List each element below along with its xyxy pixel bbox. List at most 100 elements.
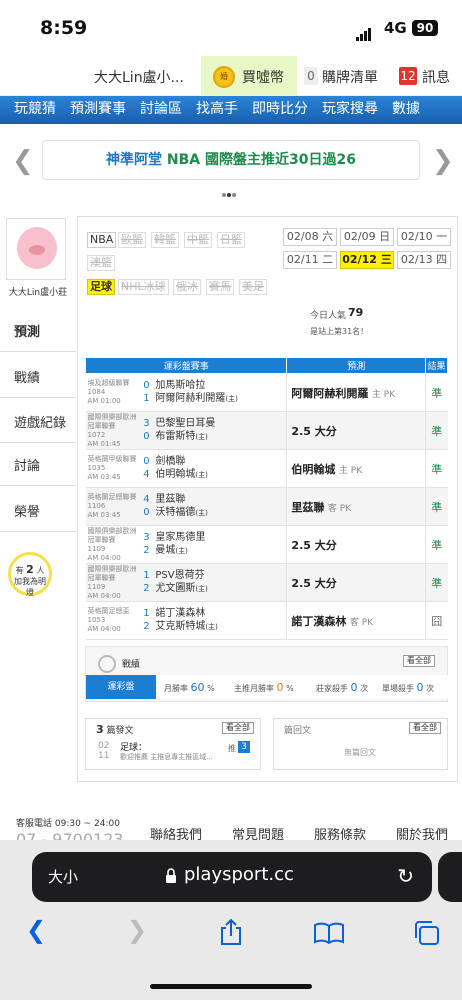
sidebar-tab-game-log[interactable]: 遊戲紀錄 xyxy=(0,405,76,443)
chevron-right-icon[interactable]: ❯ xyxy=(432,146,454,176)
category-nba[interactable]: NBA xyxy=(87,232,117,248)
posts-header: 3 篇發文 xyxy=(96,723,134,736)
signal-icon xyxy=(356,22,372,41)
nav-item-data[interactable]: 數據 xyxy=(392,96,420,122)
popularity-value: 79 xyxy=(348,306,364,319)
stats-tab-lottery[interactable]: 運彩盤 xyxy=(86,675,156,699)
lamp-prefix: 有 xyxy=(15,566,24,575)
category-soccer[interactable]: 足球 xyxy=(87,279,115,295)
lamp-badge[interactable]: 有 2 人 加我為明燈 xyxy=(8,552,52,597)
service-hours: 客服電話 09:30 ~ 24:00 xyxy=(16,819,120,829)
date-0210[interactable]: 02/10 一 xyxy=(397,228,451,246)
table-row[interactable]: 英格蘭甲級聯賽 1035 AM 03:45 0 劍橋聯 4 伯明翰城(主) 伯明翰城 主 PK… xyxy=(85,449,448,488)
next-tab-preview[interactable] xyxy=(438,852,462,902)
buy-coins-button[interactable]: 婚 買噓幣 xyxy=(201,56,297,96)
nav-item-live-score[interactable]: 即時比分 xyxy=(252,96,308,122)
date-0208[interactable]: 02/08 六 xyxy=(283,228,337,246)
nav-item-experts[interactable]: 找高手 xyxy=(196,96,238,122)
text-size-button[interactable]: 大小 xyxy=(48,866,78,887)
nav-item-guess[interactable]: 玩競猜 xyxy=(14,96,56,122)
stat-main-win-rate: 主推月勝率 0 % xyxy=(234,681,294,694)
category-aus-basketball[interactable]: 澳籃 xyxy=(87,255,115,271)
match-league: 國際俱樂部歐洲冠軍聯賽 1109 AM 04:00 xyxy=(85,563,138,602)
replies-empty: 無篇回文 xyxy=(344,748,376,757)
sidebar-tab-record[interactable]: 戰績 xyxy=(0,360,76,398)
category-nhl[interactable]: NHL冰球 xyxy=(118,279,169,295)
purchase-list-link[interactable]: 購牌清單 xyxy=(322,67,378,87)
sidebar-tab-predict[interactable]: 預測 xyxy=(0,314,76,352)
replies-header: 篇回文 xyxy=(284,726,312,736)
prediction-pick: 2.5 大分 xyxy=(286,563,426,602)
posts-see-all-button[interactable]: 看全部 xyxy=(222,722,254,734)
table-row[interactable]: 埃及超級聯賽 1084 AM 01:00 0 加馬斯哈拉 1 阿爾阿赫利開羅(主) 阿爾阿赫利… xyxy=(85,373,448,412)
prediction-result: 準 xyxy=(425,411,448,450)
status-bar: 8:59 4G 90 xyxy=(0,0,462,56)
cart-count-badge: 0 xyxy=(304,67,318,85)
url-text: playsport.cc xyxy=(184,864,294,885)
category-euro-basketball[interactable]: 歐籃 xyxy=(118,232,146,248)
sidebar-tab-discuss[interactable]: 討論 xyxy=(0,448,76,486)
match-league: 國際俱樂部歐洲冠軍聯賽 1109 AM 04:00 xyxy=(85,525,138,564)
bookmarks-icon[interactable] xyxy=(313,922,345,944)
table-row[interactable]: 英格蘭足總聯賽 1106 AM 03:45 4 里茲聯 0 沃特福德(主) 里茲聯 客 PK 準 xyxy=(85,487,448,526)
category-horse-racing[interactable]: 賽馬 xyxy=(206,279,234,295)
lock-icon xyxy=(166,868,176,883)
match-league: 國際俱樂部歐洲冠軍聯賽 1072 AM 01:45 xyxy=(85,411,138,450)
category-us-football[interactable]: 美足 xyxy=(239,279,267,295)
sidebar-tab-honor[interactable]: 榮譽 xyxy=(0,494,76,532)
share-icon[interactable] xyxy=(218,918,244,946)
messages-link[interactable]: 訊息 xyxy=(422,67,450,87)
table-row[interactable]: 國際俱樂部歐洲冠軍聯賽 1109 AM 04:00 3 皇家馬德里 2 曼城(主) 2.5 大… xyxy=(85,525,448,564)
stat-single-killer: 單場殺手 0 次 xyxy=(382,681,435,694)
replies-panel: 篇回文 看全部 無篇回文 xyxy=(273,718,448,770)
prediction-pick: 阿爾阿赫利開羅 主 PK xyxy=(286,373,426,412)
prediction-pick: 2.5 大分 xyxy=(286,525,426,564)
lamp-unit: 人 xyxy=(36,566,45,575)
target-icon xyxy=(98,655,116,673)
stats-see-all-button[interactable]: 看全部 xyxy=(403,655,435,667)
avatar[interactable] xyxy=(6,218,66,280)
prediction-result: 準 xyxy=(425,487,448,526)
date-0211[interactable]: 02/11 二 xyxy=(283,251,337,269)
chevron-left-icon[interactable]: ❮ xyxy=(12,146,34,176)
network-type: 4G xyxy=(384,19,407,37)
home-indicator xyxy=(150,984,312,989)
promo-banner[interactable]: 神準阿堂 NBA 國際盤主推近30日過26 xyxy=(42,140,420,180)
forward-icon[interactable]: ❯ xyxy=(127,916,147,944)
prediction-result: 準 xyxy=(425,525,448,564)
address-bar[interactable]: 大小 playsport.cc ↻ xyxy=(32,852,432,902)
table-row[interactable]: 國際俱樂部歐洲冠軍聯賽 1109 AM 04:00 1 PSV恩荷芬 2 尤文圖斯(主) 2.… xyxy=(85,563,448,602)
nav-item-player-search[interactable]: 玩家搜尋 xyxy=(322,96,378,122)
stat-banker-killer: 莊家殺手 0 次 xyxy=(316,681,369,694)
table-row[interactable]: 國際俱樂部歐洲冠軍聯賽 1072 AM 01:45 3 巴黎聖日耳曼 0 布雷斯特(主) 2.… xyxy=(85,411,448,450)
nav-item-forum[interactable]: 討論區 xyxy=(140,96,182,122)
stats-panel: 戰績 看全部 運彩盤 月勝率 60 % 主推月勝率 0 % 莊家殺手 0 次 單… xyxy=(85,646,449,702)
post-snippet[interactable]: 歡迎推薦 主推息專主推區域... xyxy=(120,752,213,762)
date-0212[interactable]: 02/12 三 xyxy=(340,251,394,269)
back-icon[interactable]: ❮ xyxy=(26,916,46,944)
category-china-basketball[interactable]: 中籃 xyxy=(184,232,212,248)
post-push-label: 推 xyxy=(228,744,236,753)
username-link[interactable]: 大大Lin盧小... xyxy=(94,67,184,87)
category-korea-basketball[interactable]: 韓籃 xyxy=(151,232,179,248)
reload-icon[interactable]: ↻ xyxy=(397,864,414,888)
browser-toolbar: 大小 playsport.cc ↻ ❮ ❯ xyxy=(0,840,462,1000)
posts-panel: 3 篇發文 看全部 02 11 足球： 歡迎推薦 主推息專主推區域... 推 3 xyxy=(85,718,261,770)
match-teams: 0 加馬斯哈拉 1 阿爾阿赫利開羅(主) xyxy=(137,373,287,412)
prediction-pick: 里茲聯 客 PK xyxy=(286,487,426,526)
top-bar: 大大Lin盧小... 婚 買噓幣 0 購牌清單 12 訊息 xyxy=(0,56,462,96)
banner-headline: NBA 國際盤主推近30日過26 xyxy=(166,152,356,168)
nav-item-predict[interactable]: 預測賽事 xyxy=(70,96,126,122)
prediction-result: 準 xyxy=(425,563,448,602)
replies-see-all-button[interactable]: 看全部 xyxy=(409,722,441,734)
match-league: 英格蘭甲級聯賽 1035 AM 03:45 xyxy=(85,449,138,488)
category-japan-basketball[interactable]: 日籃 xyxy=(217,232,245,248)
prediction-result: 準 xyxy=(425,373,448,412)
category-russia-hockey[interactable]: 俄冰 xyxy=(173,279,201,295)
date-0209[interactable]: 02/09 日 xyxy=(340,228,394,246)
date-0213[interactable]: 02/13 四 xyxy=(397,251,451,269)
prediction-result: 囧 xyxy=(425,601,448,640)
tabs-icon[interactable] xyxy=(412,920,440,946)
message-count-badge: 12 xyxy=(399,67,417,85)
table-row[interactable]: 英格蘭足總盃 1053 AM 04:00 1 諾丁漢森林 2 艾克斯特城(主) 諾丁漢森林 客… xyxy=(85,601,448,640)
